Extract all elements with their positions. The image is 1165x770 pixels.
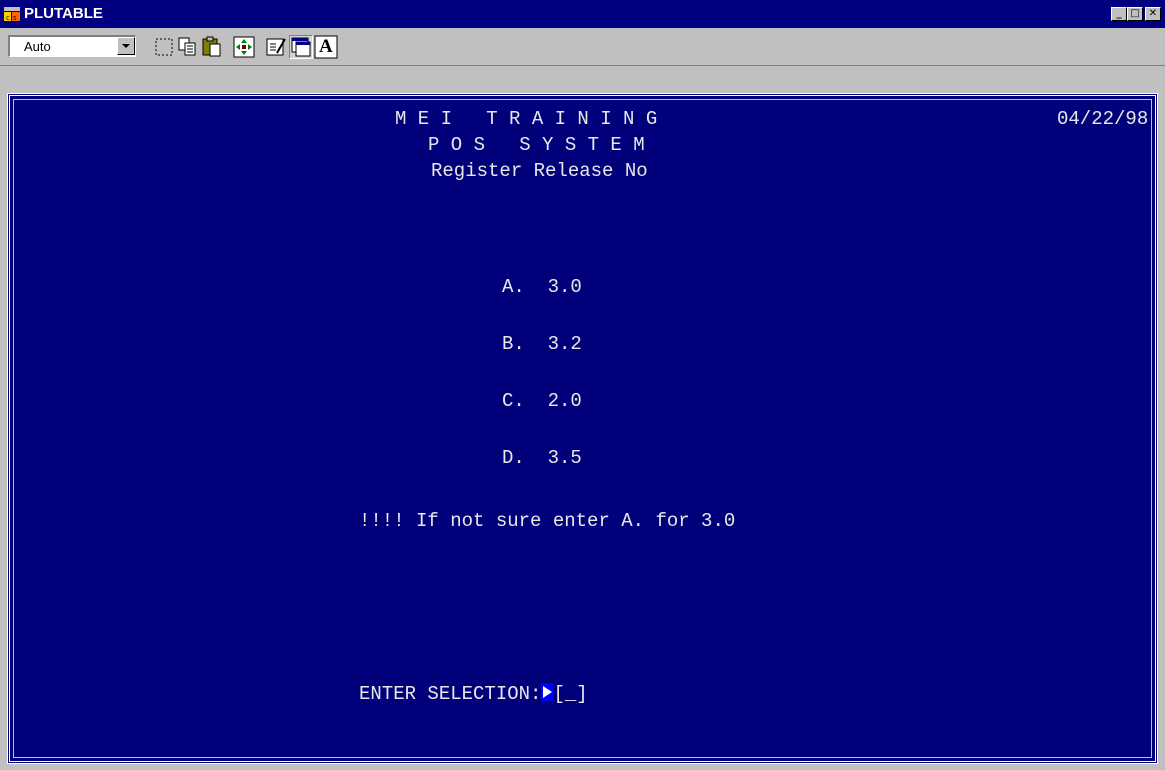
selection-input[interactable]: [_]	[553, 683, 587, 705]
option-value: 3.0	[547, 276, 582, 298]
maximize-icon: □	[1130, 8, 1140, 19]
font-button-label: A	[319, 36, 333, 57]
screen-title-line3: Register Release No	[431, 160, 648, 182]
maximize-button[interactable]: □	[1127, 7, 1143, 21]
font-size-select[interactable]: Auto	[8, 35, 136, 57]
minimize-button[interactable]: _	[1111, 7, 1127, 21]
window-title: PLUTABLE	[24, 5, 103, 22]
option-value: 2.0	[547, 390, 582, 412]
terminal-inner-border	[13, 99, 1152, 758]
terminal-frame: M E I T R A I N I N G 04/22/98 P O S S Y…	[0, 66, 1165, 770]
font-size-value: Auto	[24, 39, 51, 54]
screen-date: 04/22/98	[1057, 108, 1149, 130]
option-a: A. 3.0	[502, 276, 582, 298]
close-button[interactable]: ✕	[1145, 7, 1161, 21]
screen-title-line1: M E I T R A I N I N G	[395, 108, 658, 130]
copy-button[interactable]	[176, 35, 200, 59]
copy-icon	[178, 37, 196, 56]
paste-button[interactable]	[200, 35, 224, 59]
option-key: C.	[502, 390, 525, 412]
minimize-icon: _	[1116, 8, 1122, 19]
ms-dos-app-icon[interactable]: c s	[3, 6, 21, 22]
cursor-arrow-icon	[541, 683, 554, 701]
paste-icon	[202, 36, 221, 57]
full-screen-button[interactable]	[232, 35, 256, 59]
option-d: D. 3.5	[502, 447, 582, 469]
font-button[interactable]: A	[314, 35, 338, 59]
terminal-screen[interactable]: M E I T R A I N I N G 04/22/98 P O S S Y…	[7, 93, 1158, 764]
svg-text:s: s	[13, 14, 17, 22]
option-key: A.	[502, 276, 525, 298]
toolbar: Auto A	[0, 28, 1165, 66]
screen-title-line2: P O S S Y S T E M	[428, 134, 645, 156]
background-icon	[291, 37, 311, 57]
option-value: 3.5	[547, 447, 582, 469]
title-bar[interactable]: c s PLUTABLE _ □ ✕	[0, 0, 1165, 28]
selection-prompt: ENTER SELECTION: [_]	[359, 683, 588, 705]
option-b: B. 3.2	[502, 333, 582, 355]
svg-text:c: c	[6, 14, 10, 22]
option-value: 3.2	[547, 333, 582, 355]
fullscreen-icon	[233, 36, 255, 58]
background-button[interactable]	[289, 35, 313, 59]
option-key: D.	[502, 447, 525, 469]
close-icon: ✕	[1148, 8, 1158, 19]
properties-button[interactable]	[264, 35, 288, 59]
plutable-window: c s PLUTABLE _ □ ✕ Auto A M E I T R A I …	[0, 0, 1165, 770]
option-key: B.	[502, 333, 525, 355]
select-icon	[155, 38, 173, 56]
hint-text: !!!! If not sure enter A. for 3.0	[359, 510, 736, 532]
properties-icon	[266, 38, 286, 56]
prompt-label: ENTER SELECTION:	[359, 683, 542, 705]
mark-button[interactable]	[152, 35, 176, 59]
chevron-down-icon[interactable]	[117, 37, 135, 55]
option-c: C. 2.0	[502, 390, 582, 412]
